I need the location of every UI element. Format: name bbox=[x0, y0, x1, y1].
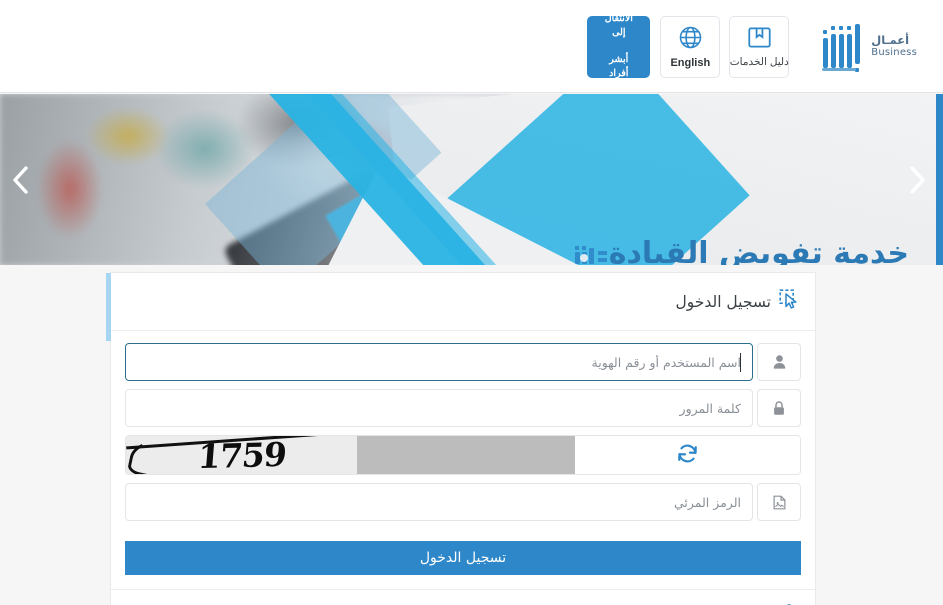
carousel-right-edge-bar bbox=[936, 94, 943, 265]
english-label: English bbox=[670, 56, 711, 69]
go-to-absher-individuals-button[interactable]: الانتقال إلى أبشر أفراد bbox=[587, 13, 651, 80]
username-input[interactable] bbox=[137, 354, 741, 370]
site-header: أعمـال Business دليل الخدمات English الا… bbox=[0, 0, 943, 93]
username-field[interactable] bbox=[125, 343, 753, 381]
book-icon bbox=[747, 26, 772, 52]
absher-business-logo[interactable]: أعمـال Business bbox=[820, 20, 917, 74]
hero-title-line1: خدمة تفويض القيادة bbox=[608, 236, 910, 265]
page-root: أعمـال Business دليل الخدمات English الا… bbox=[0, 0, 943, 605]
logo-arabic-label: أعمـال bbox=[871, 33, 910, 48]
captcha-input[interactable] bbox=[137, 494, 741, 510]
captcha-image: 1759 bbox=[126, 436, 357, 474]
image-icon bbox=[757, 483, 801, 521]
absher-logo-mark bbox=[820, 20, 864, 74]
captcha-display-row: 1759 bbox=[125, 435, 801, 475]
header-controls: أعمـال Business دليل الخدمات English الا… bbox=[587, 0, 943, 93]
login-card-accent-bar bbox=[106, 273, 111, 341]
services-guide-button[interactable]: دليل الخدمات bbox=[729, 15, 790, 78]
english-language-button[interactable]: English bbox=[660, 15, 721, 78]
user-icon bbox=[757, 343, 801, 381]
logo-english-label: Business bbox=[871, 47, 917, 59]
login-title: تسجيل الدخول bbox=[675, 292, 771, 311]
lock-icon bbox=[757, 389, 801, 427]
logo-text: أعمـال Business bbox=[871, 34, 917, 58]
refresh-icon bbox=[676, 442, 699, 469]
login-card-footer: مستخدم جديد؟ bbox=[111, 589, 815, 605]
hero-carousel[interactable]: خدمة تفويض القيادة للزائرين bbox=[0, 94, 943, 265]
captcha-input-row bbox=[125, 483, 801, 521]
globe-icon bbox=[678, 25, 703, 53]
login-submit-button[interactable]: تسجيل الدخول bbox=[125, 541, 801, 575]
login-card-header: تسجيل الدخول bbox=[111, 273, 815, 331]
cursor-select-icon bbox=[779, 288, 801, 315]
captcha-refresh-button[interactable] bbox=[575, 436, 800, 474]
primary-button-line1: الانتقال إلى bbox=[604, 13, 633, 38]
services-guide-label: دليل الخدمات bbox=[729, 55, 789, 68]
text-caret bbox=[740, 353, 741, 372]
password-field[interactable] bbox=[125, 389, 753, 427]
username-row bbox=[125, 343, 801, 381]
password-row bbox=[125, 389, 801, 427]
login-form: 1759 تسجيل الدخول bbox=[111, 331, 815, 589]
hero-title: خدمة تفويض القيادة للزائرين bbox=[349, 234, 910, 265]
password-input[interactable] bbox=[137, 400, 741, 416]
captcha-field[interactable] bbox=[125, 483, 753, 521]
carousel-prev-arrow[interactable] bbox=[8, 162, 34, 198]
primary-button-line2: أبشر أفراد bbox=[609, 54, 629, 80]
carousel-next-arrow[interactable] bbox=[904, 162, 930, 198]
login-card: تسجيل الدخول اسم المستخدم أو رقم الهوية … bbox=[106, 272, 816, 605]
captcha-gray-band bbox=[357, 436, 575, 474]
